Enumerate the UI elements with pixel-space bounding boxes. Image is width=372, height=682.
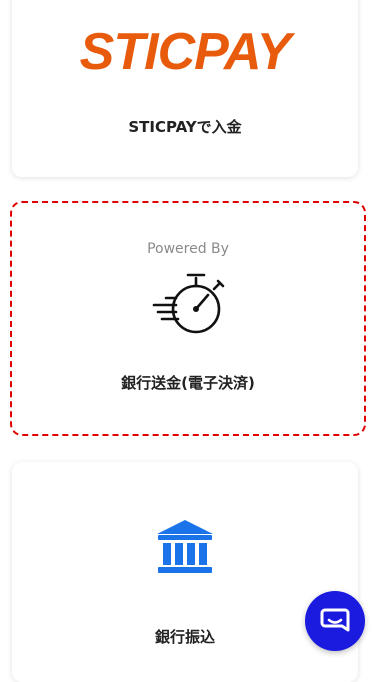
- payment-option-bank-transfer[interactable]: 銀行振込: [12, 462, 358, 682]
- stopwatch-icon: [152, 273, 225, 334]
- payment-option-bank-transfer-electronic[interactable]: Powered By 銀行送金(電子決済): [10, 201, 366, 436]
- bank-icon: [157, 520, 213, 573]
- sticpay-logo: STICPAY: [79, 23, 292, 81]
- chat-button[interactable]: [305, 591, 365, 651]
- payment-option-label: 銀行送金(電子決済): [121, 374, 255, 392]
- payment-option-label: STICPAYで入金: [128, 118, 242, 136]
- powered-by-text: Powered By: [147, 241, 229, 257]
- payment-option-sticpay[interactable]: STICPAY STICPAYで入金: [12, 0, 358, 177]
- chat-icon: [320, 608, 350, 632]
